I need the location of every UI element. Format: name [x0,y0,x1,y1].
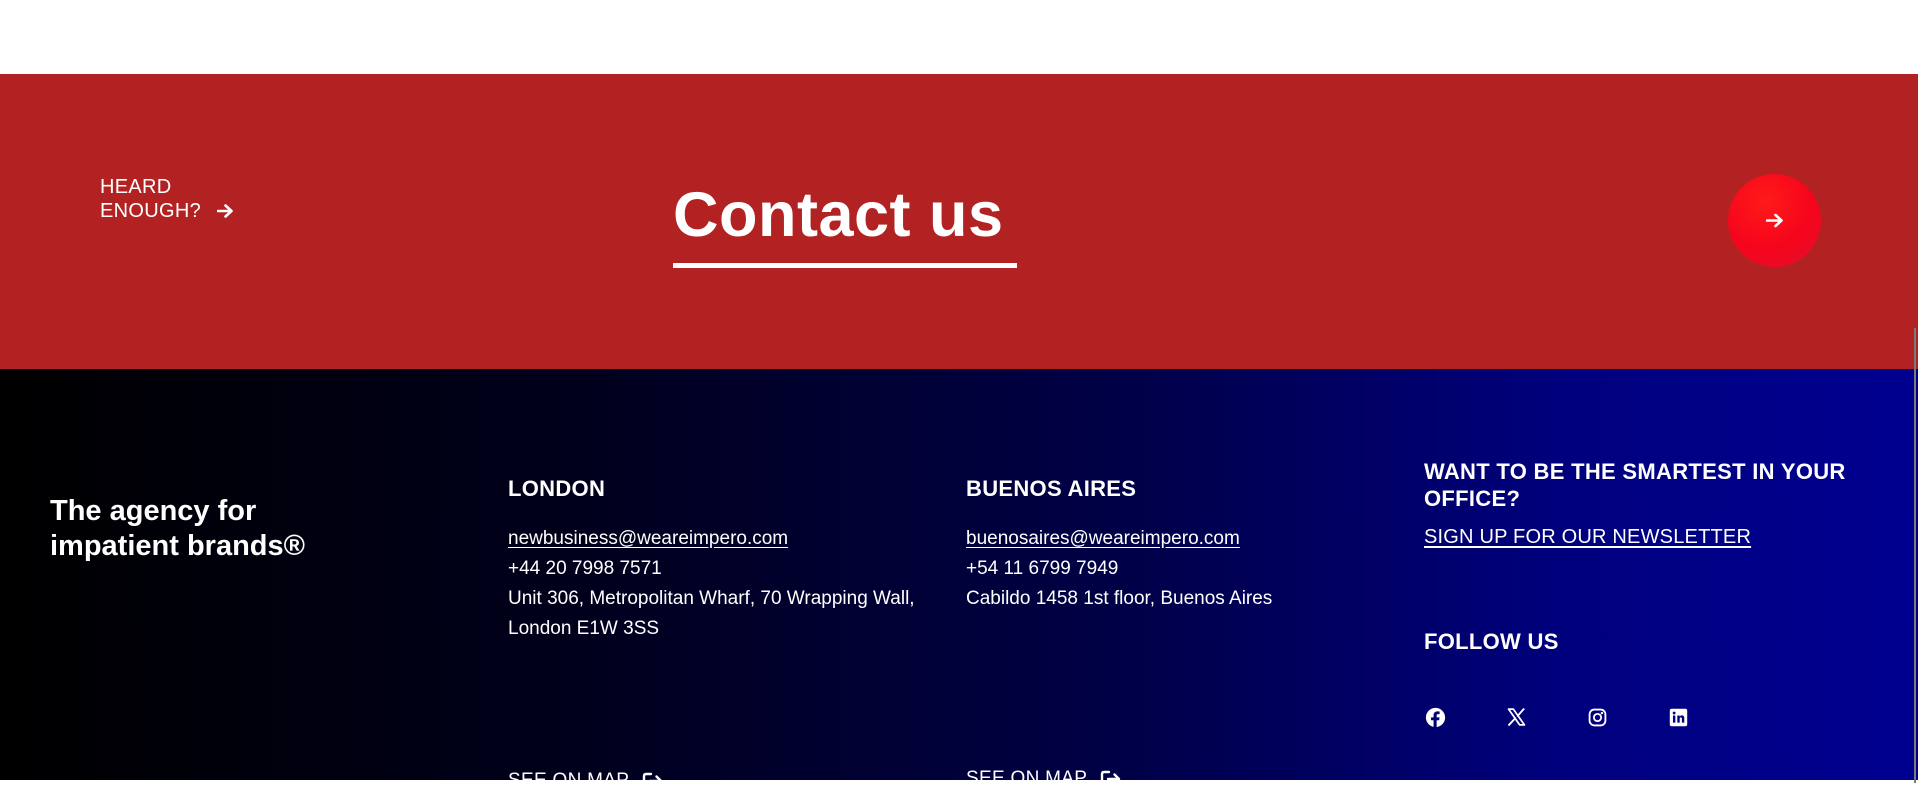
london-email-link[interactable]: newbusiness@weareimpero.com [508,528,788,549]
bottom-page-area [0,780,1918,802]
arrow-right-icon [1765,213,1784,228]
buenos-aires-title: BUENOS AIRES [966,476,1137,501]
heard-enough-label-line1: HEARD [100,176,172,198]
buenos-aires-email-link[interactable]: buenosaires@weareimpero.com [966,528,1240,549]
heard-enough-label-line2: ENOUGH? [100,200,202,222]
london-title: LONDON [508,476,606,501]
linkedin-icon[interactable] [1667,706,1689,728]
buenos-aires-address: Cabildo 1458 1st floor, Buenos Aires [966,588,1273,609]
london-phone: +44 20 7998 7571 [508,558,662,579]
arrow-right-icon [216,200,234,224]
newsletter-section: WANT TO BE THE SMARTEST IN YOUR OFFICE? … [1424,458,1884,549]
london-address: Unit 306, Metropolitan Wharf, 70 Wrappin… [508,588,915,639]
newsletter-signup-link[interactable]: SIGN UP FOR OUR NEWSLETTER [1424,526,1751,549]
x-icon[interactable] [1505,706,1527,728]
facebook-icon[interactable] [1424,706,1446,728]
agency-tagline: The agency for impatient brands® [50,495,306,562]
heard-enough-link[interactable]: HEARD ENOUGH? [100,175,234,224]
buenos-aires-phone: +54 11 6799 7949 [966,558,1119,579]
contact-cta-banner: HEARD ENOUGH? Contact us [0,74,1918,369]
top-page-area [0,0,1918,74]
instagram-icon[interactable] [1586,706,1608,728]
social-links [1424,706,1689,728]
scrollbar[interactable] [1914,328,1916,783]
contact-us-heading[interactable]: Contact us [673,175,1004,255]
london-office: LONDON newbusiness@weareimpero.com +44 2… [508,476,928,791]
heard-enough-line2-wrap: ENOUGH? [100,199,234,224]
follow-us-title: FOLLOW US [1424,629,1559,654]
newsletter-title: WANT TO BE THE SMARTEST IN YOUR OFFICE? [1424,459,1846,511]
buenos-aires-office: BUENOS AIRES buenosaires@weareimpero.com… [966,476,1386,789]
contact-arrow-button[interactable] [1728,174,1821,267]
contact-us-underline [673,263,1017,268]
site-footer: The agency for impatient brands® LONDON … [0,369,1918,791]
